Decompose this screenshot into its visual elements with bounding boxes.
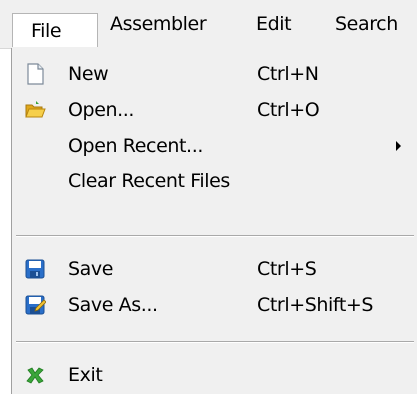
application-window: File Assembler Edit Search New Ctrl+N Op… bbox=[0, 0, 417, 394]
submenu-arrow-icon bbox=[396, 141, 401, 151]
menu-item-open-shortcut: Ctrl+O bbox=[257, 99, 320, 121]
file-menu-dropdown: New Ctrl+N Open... Ctrl+O Open Recent...… bbox=[11, 48, 417, 394]
menu-assembler[interactable]: Assembler bbox=[110, 0, 207, 48]
open-folder-icon bbox=[24, 99, 46, 121]
save-as-icon bbox=[24, 294, 47, 316]
menu-item-exit[interactable]: Exit bbox=[12, 358, 417, 392]
menu-item-save[interactable]: Save Ctrl+S bbox=[12, 252, 417, 286]
menu-item-clear-recent[interactable]: Clear Recent Files bbox=[12, 164, 417, 198]
menu-edit-label: Edit bbox=[256, 13, 292, 35]
menu-item-new-label: New bbox=[68, 63, 109, 85]
menu-edit[interactable]: Edit bbox=[256, 0, 292, 48]
menu-item-open-recent[interactable]: Open Recent... bbox=[12, 129, 417, 163]
menu-item-save-label: Save bbox=[68, 258, 114, 280]
menu-item-open-label: Open... bbox=[68, 99, 135, 121]
menu-item-save-as-shortcut: Ctrl+Shift+S bbox=[257, 294, 374, 316]
menu-assembler-label: Assembler bbox=[110, 13, 207, 35]
menu-separator bbox=[16, 341, 414, 343]
exit-icon bbox=[24, 364, 46, 386]
menu-file[interactable]: File bbox=[12, 13, 98, 47]
menu-item-new[interactable]: New Ctrl+N bbox=[12, 57, 417, 91]
menu-search[interactable]: Search bbox=[335, 0, 398, 48]
menu-item-clear-recent-label: Clear Recent Files bbox=[68, 170, 230, 192]
menu-item-new-shortcut: Ctrl+N bbox=[257, 63, 319, 85]
menu-item-save-shortcut: Ctrl+S bbox=[257, 258, 317, 280]
new-file-icon bbox=[24, 63, 46, 85]
menu-item-save-as[interactable]: Save As... Ctrl+Shift+S bbox=[12, 288, 417, 322]
menu-search-label: Search bbox=[335, 13, 398, 35]
menu-item-open-recent-label: Open Recent... bbox=[68, 135, 203, 157]
menu-item-save-as-label: Save As... bbox=[68, 294, 158, 316]
menu-bar: File Assembler Edit Search bbox=[0, 0, 417, 49]
menu-item-open[interactable]: Open... Ctrl+O bbox=[12, 93, 417, 127]
menu-separator bbox=[16, 235, 414, 237]
menu-file-label: File bbox=[31, 20, 62, 42]
menu-item-exit-label: Exit bbox=[68, 364, 103, 386]
save-icon bbox=[24, 258, 46, 280]
